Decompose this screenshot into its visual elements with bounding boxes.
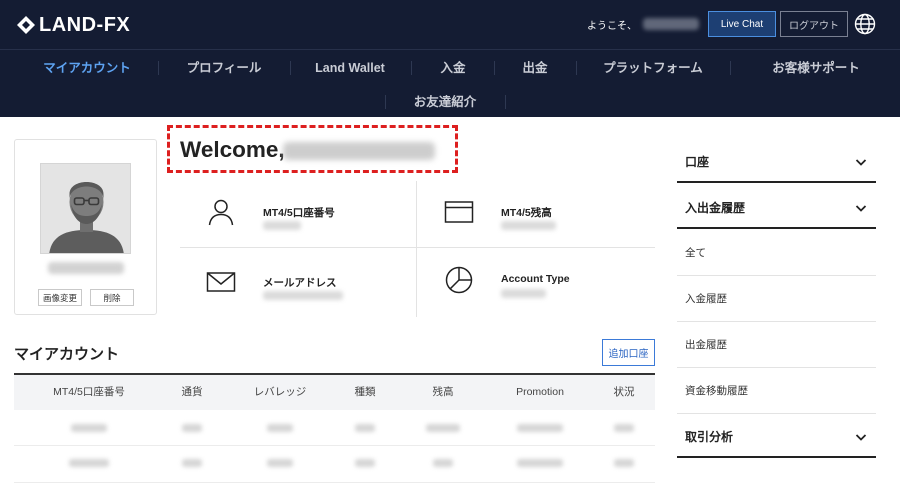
- accounts-table-header: MT4/5口座番号 通貨 レバレッジ 種類 残高 Promotion 状況: [14, 375, 655, 410]
- sidebar-item-transfer-history[interactable]: 資金移動履歴: [677, 368, 876, 414]
- nav-item-referral[interactable]: お友達紹介: [414, 92, 477, 112]
- avatar: [40, 163, 131, 254]
- cell-redacted: [71, 424, 107, 432]
- cell-redacted: [614, 459, 634, 467]
- user-name-redacted: [643, 18, 699, 30]
- logo-diamond-icon: [17, 16, 35, 34]
- cell-redacted: [517, 459, 563, 467]
- email-value-redacted: [263, 291, 343, 300]
- main-nav-row: マイアカウント プロフィール Land Wallet 入金 出金 プラットフォー…: [0, 58, 900, 78]
- nav-divider: [158, 61, 159, 75]
- sidebar-section-label: 口座: [685, 155, 710, 169]
- sidebar-section-history[interactable]: 入出金履歴: [677, 185, 876, 229]
- nav-item-support[interactable]: お客様サポート: [772, 58, 860, 78]
- sidebar-item-label: 入金履歴: [685, 293, 727, 305]
- info-email: メールアドレス: [180, 251, 410, 311]
- sidebar-section-label: 入出金履歴: [685, 201, 746, 215]
- delete-image-button[interactable]: 削除: [90, 289, 134, 306]
- mail-icon: [206, 267, 236, 297]
- user-icon: [206, 197, 236, 227]
- nav-divider: [494, 61, 495, 75]
- chevron-down-icon: [855, 201, 867, 213]
- table-row[interactable]: [14, 410, 655, 446]
- column-header: 残高: [432, 386, 454, 398]
- column-header: 通貨: [181, 386, 203, 398]
- account-info-grid: MT4/5口座番号 MT4/5残高 メールアドレス Account Type: [180, 181, 655, 317]
- account-type-label: Account Type: [501, 273, 570, 285]
- pie-chart-icon: [444, 265, 474, 295]
- nav-divider: [505, 95, 506, 109]
- main-nav: マイアカウント プロフィール Land Wallet 入金 出金 プラットフォー…: [0, 49, 900, 117]
- profile-card: 画像変更 削除: [14, 139, 157, 315]
- account-number-value-redacted: [263, 221, 301, 230]
- column-header: MT4/5口座番号: [53, 386, 125, 398]
- nav-divider: [385, 95, 386, 109]
- cell-redacted: [355, 424, 375, 432]
- my-accounts-title: マイアカウント: [14, 346, 120, 363]
- info-balance: MT4/5残高: [418, 181, 648, 241]
- nav-item-land-wallet[interactable]: Land Wallet: [315, 58, 385, 78]
- logo[interactable]: LAND-FX: [17, 13, 130, 37]
- header-actions: ようこそ、 Live Chat ログアウト: [587, 11, 900, 37]
- sidebar-item-label: 資金移動履歴: [685, 385, 748, 397]
- info-account-number: MT4/5口座番号: [180, 181, 410, 241]
- nav-divider: [576, 61, 577, 75]
- nav-divider: [411, 61, 412, 75]
- cell-redacted: [355, 459, 375, 467]
- sidebar-item-deposit-history[interactable]: 入金履歴: [677, 276, 876, 322]
- nav-item-my-account[interactable]: マイアカウント: [43, 58, 131, 78]
- sidebar-section-accounts[interactable]: 口座: [677, 139, 876, 183]
- chevron-down-icon: [855, 155, 867, 167]
- sidebar-item-all[interactable]: 全て: [677, 230, 876, 276]
- cell-redacted: [69, 459, 109, 467]
- cell-redacted: [182, 459, 202, 467]
- cell-redacted: [267, 459, 293, 467]
- nav-item-profile[interactable]: プロフィール: [187, 58, 262, 78]
- chevron-down-icon: [855, 430, 867, 442]
- sidebar-section-trade-analysis[interactable]: 取引分析: [677, 414, 876, 458]
- welcome-name-redacted: [283, 142, 435, 160]
- profile-name-redacted: [48, 262, 124, 274]
- cell-redacted: [267, 424, 293, 432]
- info-account-type: Account Type: [418, 251, 648, 311]
- site-header: LAND-FX ようこそ、 Live Chat ログアウト マイアカウント プロ…: [0, 0, 900, 117]
- sidebar-item-label: 出金履歴: [685, 339, 727, 351]
- sidebar-item-withdrawal-history[interactable]: 出金履歴: [677, 322, 876, 368]
- change-image-button[interactable]: 画像変更: [38, 289, 82, 306]
- balance-label: MT4/5残高: [501, 207, 552, 219]
- cell-redacted: [517, 424, 563, 432]
- welcome-title: Welcome,: [180, 137, 285, 162]
- nav-item-withdrawal[interactable]: 出金: [522, 58, 547, 78]
- cell-redacted: [614, 424, 634, 432]
- column-header: Promotion: [516, 386, 564, 398]
- column-header: レバレッジ: [253, 386, 307, 398]
- logo-text: LAND-FX: [39, 13, 131, 36]
- grid-divider: [180, 247, 655, 248]
- nav-divider: [290, 61, 291, 75]
- card-icon: [444, 197, 474, 227]
- main-nav-row-2: お友達紹介: [0, 92, 900, 112]
- column-header: 種類: [354, 386, 376, 398]
- cell-redacted: [426, 424, 460, 432]
- balance-value-redacted: [501, 221, 556, 230]
- column-header: 状況: [613, 386, 635, 398]
- logout-button[interactable]: ログアウト: [780, 11, 848, 37]
- welcome-greeting: ようこそ、: [587, 20, 637, 32]
- sidebar-item-label: 全て: [685, 247, 706, 259]
- nav-divider: [730, 61, 731, 75]
- cell-redacted: [433, 459, 453, 467]
- email-label: メールアドレス: [263, 277, 337, 289]
- table-row[interactable]: [14, 447, 655, 483]
- globe-icon[interactable]: [852, 11, 878, 37]
- account-number-label: MT4/5口座番号: [263, 207, 335, 219]
- grid-divider: [416, 181, 417, 317]
- add-account-button[interactable]: 追加口座: [602, 339, 655, 366]
- nav-item-platform[interactable]: プラットフォーム: [603, 58, 703, 78]
- live-chat-button[interactable]: Live Chat: [708, 11, 776, 37]
- cell-redacted: [182, 424, 202, 432]
- account-type-value-redacted: [501, 289, 546, 298]
- sidebar-section-label: 取引分析: [685, 430, 734, 444]
- nav-item-deposit[interactable]: 入金: [440, 58, 465, 78]
